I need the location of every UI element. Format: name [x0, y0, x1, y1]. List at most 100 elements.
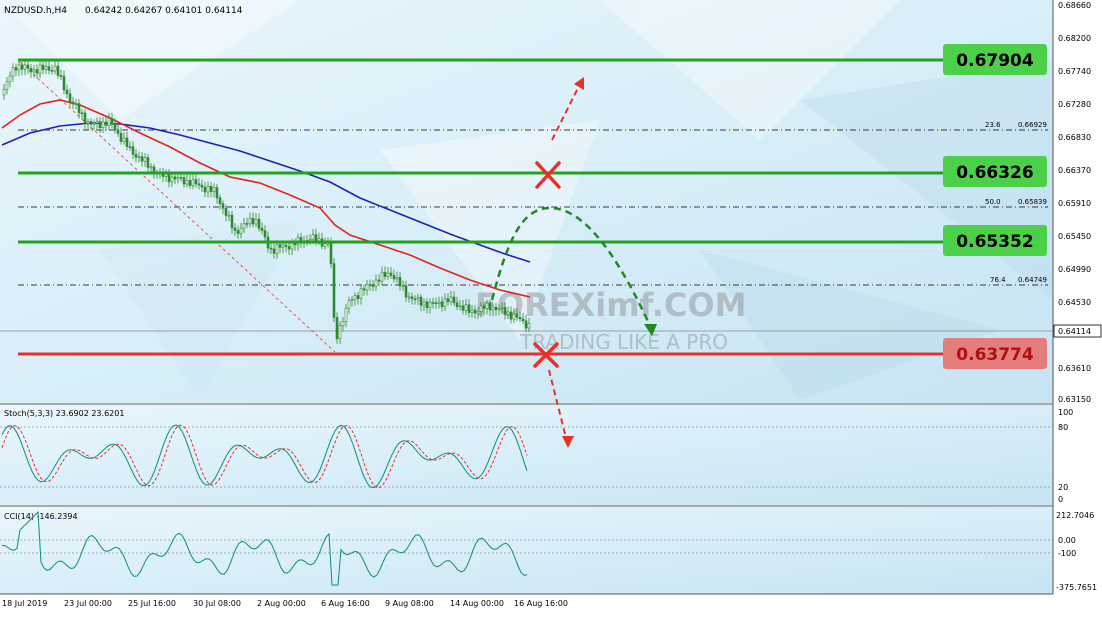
chart-window[interactable]: NZDUSD.h,H4 0.64242 0.64267 0.64101 0.64…: [0, 0, 1102, 615]
candle-body: [62, 75, 66, 91]
candle-body: [59, 75, 63, 77]
candle-body: [503, 306, 507, 315]
candle-body: [479, 305, 483, 312]
price-axis-label: 0.68660: [1058, 1, 1091, 10]
cci-axis-label: -375.7651: [1056, 583, 1097, 592]
candle-body: [242, 223, 246, 229]
candle-body: [239, 227, 243, 234]
watermark-brand: FOREXimf.COM: [475, 286, 746, 324]
candle-body: [335, 317, 339, 340]
price-axis-label: 0.67740: [1058, 67, 1091, 76]
candle-body: [428, 302, 432, 309]
candle-body: [56, 65, 60, 76]
candle-body: [362, 288, 366, 291]
candle-body: [227, 214, 231, 217]
candle-body: [374, 279, 378, 287]
candle-body: [26, 64, 30, 69]
stoch-axis-label: 100: [1058, 408, 1073, 417]
price-axis-label: 0.66830: [1058, 133, 1091, 142]
candle-body: [347, 300, 351, 309]
candle-body: [527, 323, 531, 329]
fib-price-label: 0.64749: [1018, 276, 1047, 284]
candle-body: [110, 118, 114, 125]
candle-body: [176, 176, 180, 180]
candle-body: [353, 295, 357, 300]
candle-body: [497, 308, 501, 311]
candle-body: [71, 101, 75, 105]
candle-body: [269, 247, 273, 250]
candle-body: [365, 284, 369, 291]
candle-body: [20, 64, 24, 70]
candle-body: [119, 133, 123, 142]
chart-symbol: NZDUSD.h,H4: [4, 6, 67, 16]
candle-body: [38, 64, 42, 74]
candle-body: [356, 295, 360, 299]
time-axis-label: 6 Aug 16:00: [321, 599, 370, 608]
candle-body: [476, 311, 480, 314]
candle-body: [431, 302, 435, 304]
candle-body: [128, 146, 132, 148]
price-axis-label: 0.63150: [1058, 395, 1091, 404]
candle-body: [272, 248, 276, 254]
candle-body: [500, 306, 504, 309]
candle-body: [515, 313, 519, 318]
candle-body: [416, 296, 420, 300]
candle-body: [329, 242, 333, 264]
candle-body: [44, 66, 48, 70]
candle-body: [65, 89, 69, 95]
cci-title: CCI(14) -146.2394: [4, 512, 78, 521]
candle-body: [14, 67, 18, 71]
candle-body: [419, 296, 423, 306]
level-label-text: 0.65352: [956, 232, 1033, 252]
candle-body: [137, 156, 141, 158]
candle-body: [323, 243, 327, 247]
candle-body: [209, 186, 213, 192]
candle-body: [359, 288, 363, 299]
level-label-66326: 0.66326: [943, 156, 1047, 187]
cci-panel[interactable]: [0, 507, 1053, 594]
candle-body: [32, 69, 36, 73]
candle-body: [245, 223, 249, 225]
candle-body: [167, 173, 171, 183]
candle-body: [377, 279, 381, 282]
candle-body: [254, 218, 258, 225]
candle-body: [50, 70, 54, 72]
candle-body: [185, 180, 189, 185]
candle-body: [464, 304, 468, 311]
candle-body: [434, 302, 438, 304]
candle-body: [131, 146, 135, 155]
candle-body: [449, 296, 453, 302]
level-label-text: 0.67904: [956, 51, 1034, 71]
candle-body: [284, 244, 288, 247]
candle-body: [509, 311, 513, 320]
current-price-tag: 0.64114: [1053, 324, 1102, 338]
current-price-label: 0.64114: [1058, 327, 1091, 336]
candle-body: [437, 301, 441, 304]
candle-body: [455, 302, 459, 307]
candle-body: [458, 305, 462, 308]
candle-body: [47, 66, 51, 71]
level-label-67904: 0.67904: [943, 44, 1047, 75]
candle-body: [308, 239, 312, 241]
candle-body: [134, 154, 138, 158]
candle-body: [200, 184, 204, 188]
level-label-text: 0.63774: [956, 345, 1034, 365]
price-axis-label: 0.65450: [1058, 232, 1091, 241]
price-axis-label: 0.66370: [1058, 166, 1091, 175]
candle-body: [260, 227, 264, 231]
candle-body: [332, 263, 336, 318]
candle-body: [113, 123, 117, 131]
candle-body: [410, 296, 414, 300]
stoch-axis-label: 80: [1058, 423, 1068, 432]
cci-axis-label: -100: [1058, 549, 1076, 558]
candle-body: [461, 305, 465, 311]
candle-body: [143, 157, 147, 162]
candle-body: [191, 179, 195, 186]
candle-body: [440, 301, 444, 308]
time-axis-label: 23 Jul 00:00: [64, 599, 112, 608]
stoch-title: Stoch(5,3,3) 23.6902 23.6201: [4, 409, 124, 418]
candle-body: [194, 179, 198, 185]
candle-body: [380, 271, 384, 282]
candle-body: [311, 234, 315, 240]
candle-body: [275, 244, 279, 254]
